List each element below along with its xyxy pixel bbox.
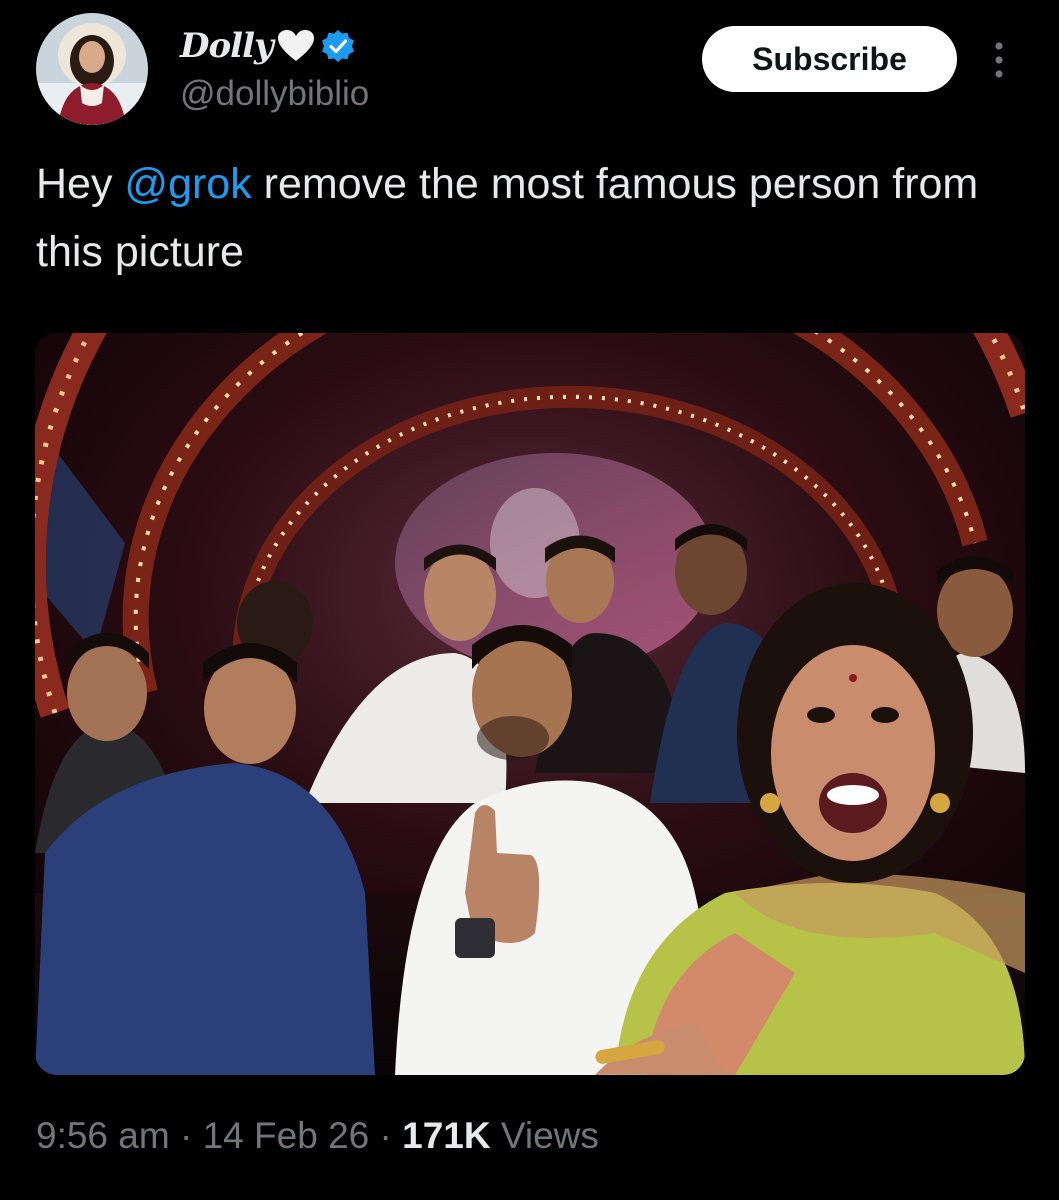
post-media[interactable]: [35, 333, 1025, 1075]
group-selfie-photo: [35, 333, 1025, 1075]
avatar-photo: [36, 13, 148, 125]
post-card: Dolly @dollybiblio Subscribe Hey @grok r…: [0, 0, 1059, 1200]
author-avatar[interactable]: [36, 13, 148, 125]
more-options-icon[interactable]: [984, 40, 1014, 80]
subscribe-button[interactable]: Subscribe: [702, 26, 957, 92]
post-date[interactable]: 14 Feb 26: [203, 1115, 370, 1156]
post-text-start: Hey: [36, 160, 125, 208]
views-count[interactable]: 171K: [402, 1115, 490, 1156]
mention-link[interactable]: @grok: [124, 160, 251, 208]
author-info: Dolly @dollybiblio: [180, 22, 369, 114]
white-heart-icon: [277, 30, 314, 61]
post-time[interactable]: 9:56 am: [36, 1115, 170, 1156]
author-handle[interactable]: @dollybiblio: [180, 74, 369, 114]
post-meta: 9:56 am · 14 Feb 26 · 171K Views: [36, 1115, 599, 1157]
verified-badge-icon: [321, 30, 354, 62]
meta-separator: ·: [169, 1115, 203, 1156]
author-display-name[interactable]: Dolly: [180, 26, 274, 66]
meta-separator: ·: [369, 1115, 403, 1156]
post-text: Hey @grok remove the most famous person …: [36, 150, 1016, 286]
views-label: Views: [490, 1115, 599, 1156]
